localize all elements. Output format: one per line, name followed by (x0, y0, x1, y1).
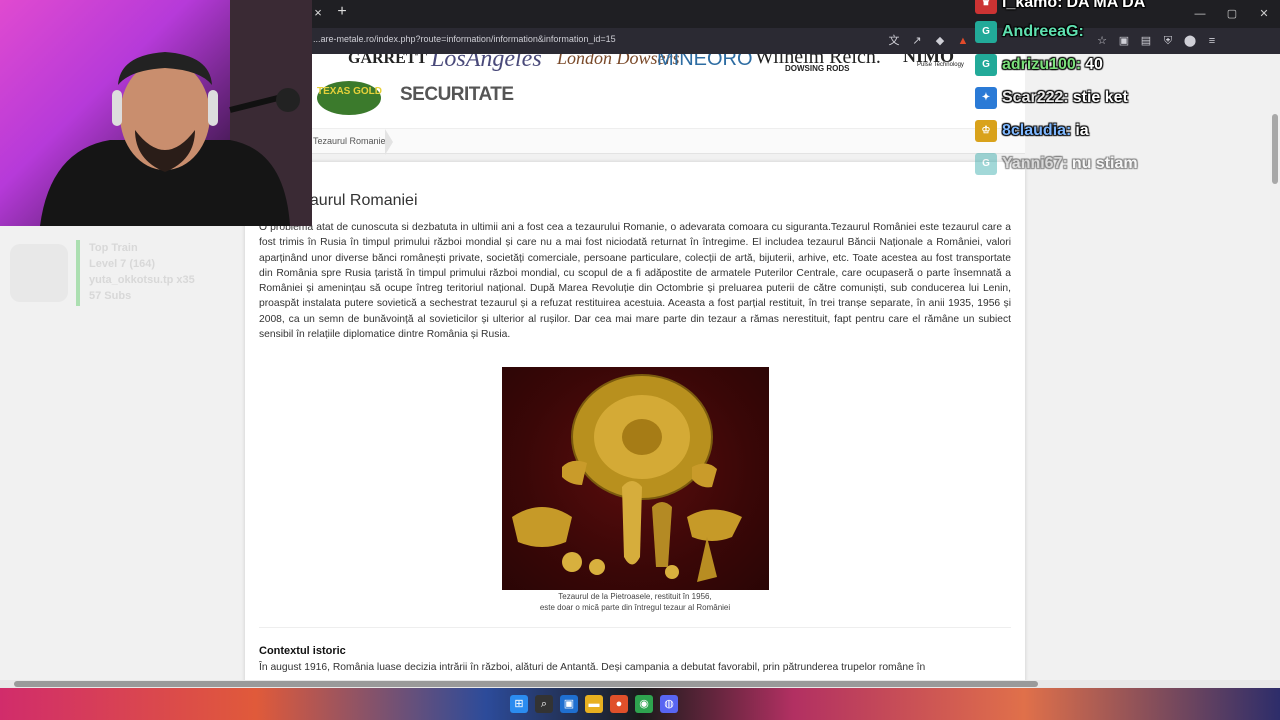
train-progress-bar (76, 240, 80, 306)
divider (259, 627, 1011, 628)
chat-message: G adrizu100: 40 (975, 52, 1103, 78)
chat-badge-icon: G (975, 21, 997, 43)
breadcrumb-item[interactable]: Tezaurul Romaniei (313, 136, 388, 146)
warning-icon[interactable]: ▲ (955, 33, 971, 49)
tab-close-button[interactable]: × (311, 6, 325, 20)
dowsing-rods-label: DOWSING RODS (785, 64, 850, 73)
new-tab-button[interactable]: + (334, 4, 350, 20)
chat-username: 8claudia: (1002, 122, 1072, 139)
discord-icon[interactable]: ◍ (660, 695, 678, 713)
chat-badge-icon: ♔ (975, 120, 997, 142)
chat-text: 40 (1085, 56, 1103, 73)
chat-message: G Yanni67: nu stiam (975, 151, 1138, 177)
train-info: Top Train Level 7 (164) yuta_okkotsu.tp … (89, 240, 195, 304)
photo-caption: Tezaurul de la Pietroasele, restituit în… (485, 591, 785, 613)
extension-icon[interactable]: ◆ (932, 33, 948, 49)
los-angeles-logo[interactable]: LosAngeles (431, 54, 542, 73)
share-icon[interactable]: ↗ (909, 33, 925, 49)
hype-train-widget: Top Train Level 7 (164) yuta_okkotsu.tp … (10, 240, 270, 306)
chat-username: Yanni67: (1002, 155, 1068, 172)
task-view-icon[interactable]: ▣ (560, 695, 578, 713)
section-paragraph: În august 1916, România luase decizia in… (259, 662, 926, 673)
train-subs: 57 Subs (89, 290, 132, 302)
chat-username: Scar222: (1002, 89, 1069, 106)
mineoro-logo[interactable]: MINEORO (657, 54, 753, 71)
treasure-illustration (512, 374, 742, 582)
chat-badge-icon: ✦ (975, 87, 997, 109)
securitate-logo[interactable]: SECURITATE (400, 84, 514, 106)
chat-text: nu stiam (1071, 155, 1138, 172)
url-field[interactable]: ...are-metale.ro/index.php?route=informa… (313, 34, 616, 44)
windows-start-icon[interactable]: ⊞ (510, 695, 528, 713)
train-user: yuta_okkotsu.tp x35 (89, 274, 195, 286)
webcam-overlay (0, 0, 312, 226)
train-level: Level 7 (164) (89, 258, 156, 270)
treasure-photo (502, 367, 769, 590)
chat-text: stie ket (1072, 89, 1128, 106)
chat-badge-icon: ♛ (975, 0, 997, 14)
intro-paragraph: O problema atat de cunoscuta si dezbatut… (259, 222, 1011, 341)
breadcrumb-arrow (385, 129, 393, 155)
chat-text: ia (1075, 122, 1089, 139)
chat-username: AndreeaG: (1002, 23, 1084, 40)
brand-logos: GARRETT LosAngeles London Dowsers MINEOR… (245, 54, 1025, 128)
pulse-technology-label: Pulse Technology (917, 62, 964, 68)
horizontal-scrollbar-thumb[interactable] (14, 681, 1038, 687)
train-icon (10, 244, 68, 302)
chat-badge-icon: G (975, 54, 997, 76)
taskbar-icons: ⊞ ⌕ ▣ ▬ ● ◉ ◍ (510, 695, 678, 713)
chrome-icon[interactable]: ◉ (635, 695, 653, 713)
chat-username: i_kamo: (1002, 0, 1063, 11)
address-actions: 文 ↗ ◆ ▲ (886, 33, 971, 49)
caption-line-1: Tezaurul de la Pietroasele, restituit în… (558, 592, 712, 601)
chat-username: adrizu100: (1002, 56, 1082, 73)
breadcrumb: Tezaurul Romaniei (245, 128, 1025, 155)
streamer-silhouette (40, 0, 312, 226)
chat-message: G AndreeaG: (975, 19, 1088, 45)
chat-badge-icon: G (975, 153, 997, 175)
chat-message: ♔ 8claudia: ia (975, 118, 1089, 144)
chat-message: ✦ Scar222: stie ket (975, 85, 1128, 111)
horizontal-scrollbar[interactable] (0, 680, 1280, 688)
chat-message: ♛ i_kamo: DA MA DA (975, 0, 1145, 16)
search-icon[interactable]: ⌕ (535, 695, 553, 713)
article-content: Tezaurul Romaniei O problema atat de cun… (245, 162, 1025, 680)
section-heading: Contextul istoric (259, 645, 346, 657)
garrett-logo[interactable]: GARRETT (348, 54, 427, 68)
browser-icon[interactable]: ● (610, 695, 628, 713)
caption-line-2: este doar o mică parte din întregul teza… (539, 603, 731, 612)
taskbar: ⊞ ⌕ ▣ ▬ ● ◉ ◍ (0, 688, 1280, 720)
train-title: Top Train (89, 242, 138, 254)
file-explorer-icon[interactable]: ▬ (585, 695, 603, 713)
chat-overlay: ♛ i_kamo: DA MA DA G AndreeaG: G adrizu1… (975, 0, 1275, 180)
translate-icon[interactable]: 文 (886, 33, 902, 49)
chat-text: DA MA DA (1066, 0, 1146, 11)
texas-gold-logo[interactable]: TEXAS GOLD (317, 81, 382, 115)
